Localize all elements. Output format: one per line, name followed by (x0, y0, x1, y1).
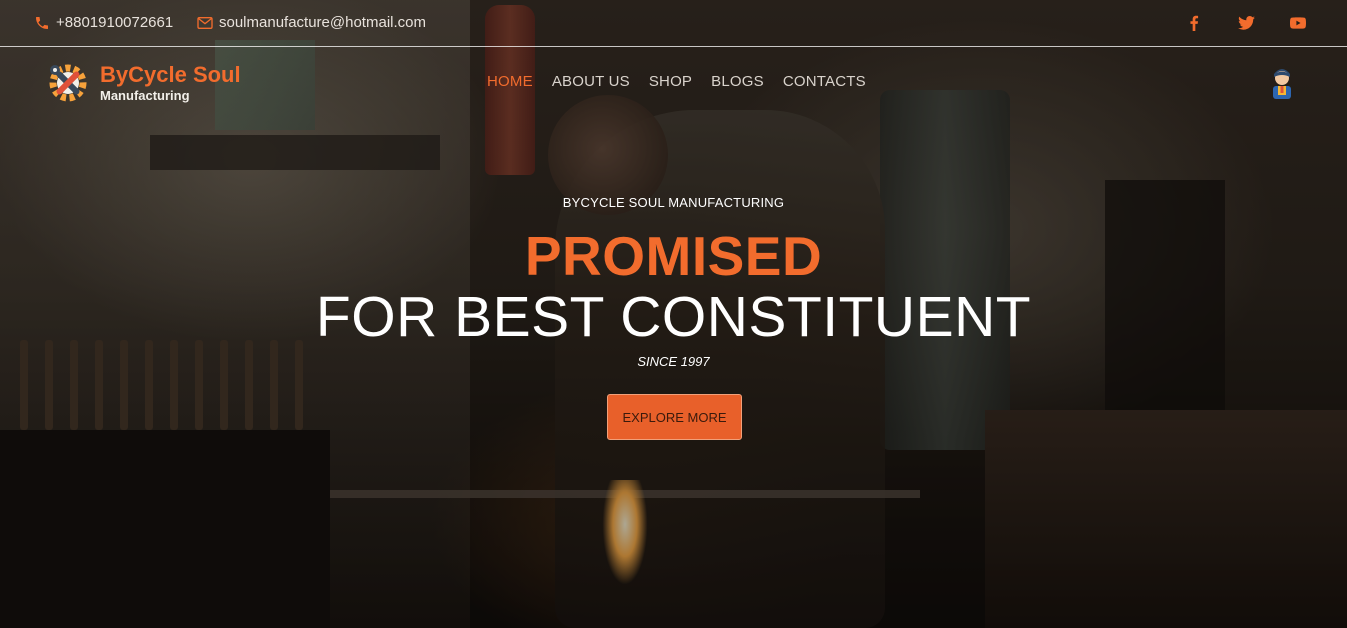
hero-headline-accent: PROMISED (524, 225, 823, 287)
hero-since: SINCE 1997 (637, 354, 710, 369)
hero-headline-main: FOR BEST CONSTITUENT (315, 285, 1032, 349)
hero-section: BYCYCLE SOUL MANUFACTURING PROMISED FOR … (0, 0, 1347, 628)
hero-kicker: BYCYCLE SOUL MANUFACTURING (562, 195, 785, 210)
explore-more-button[interactable]: EXPLORE MORE (607, 394, 742, 440)
